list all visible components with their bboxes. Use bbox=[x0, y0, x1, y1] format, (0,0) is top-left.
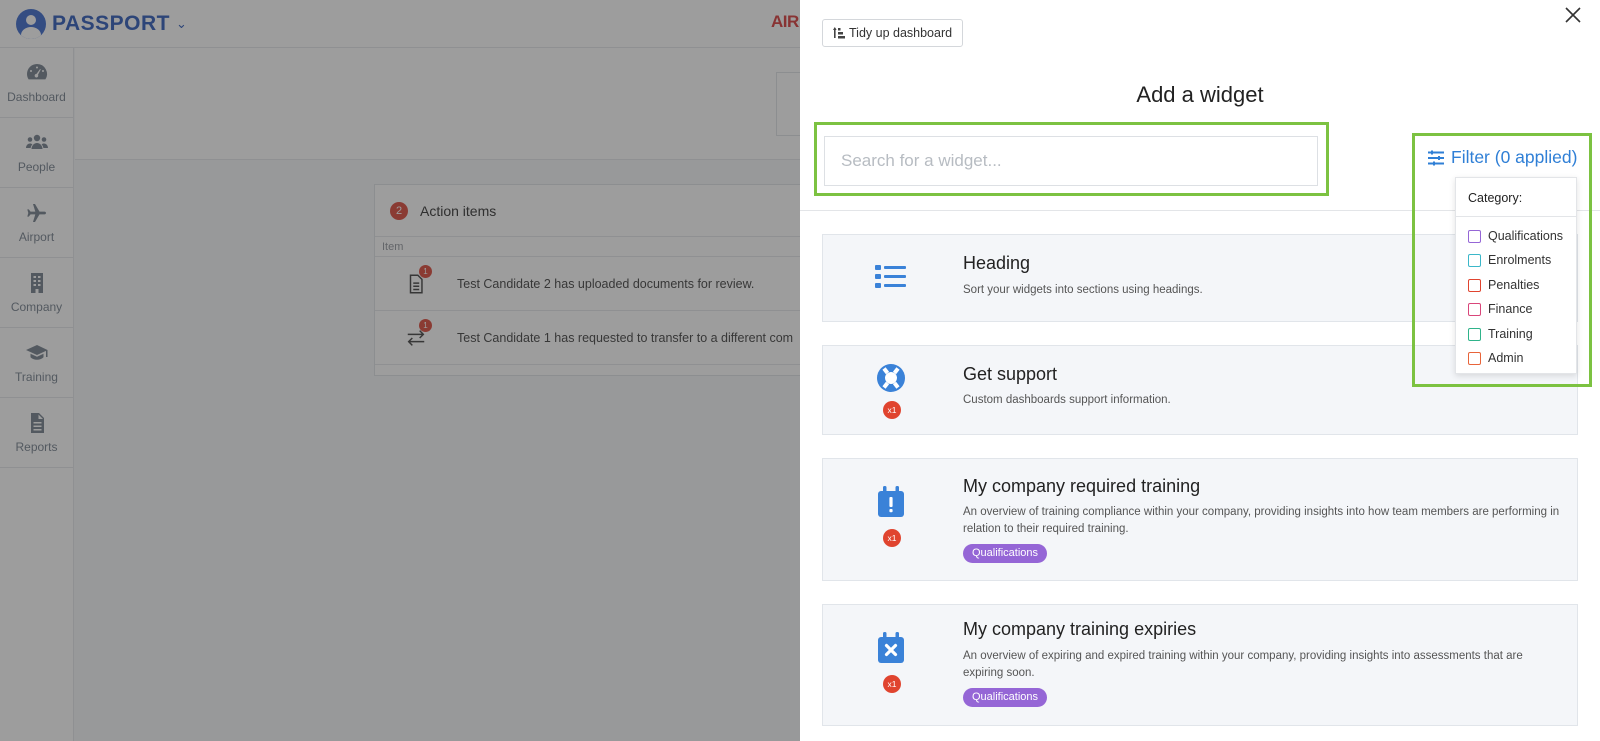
filter-option-admin[interactable]: Admin bbox=[1468, 351, 1523, 365]
modal-backdrop[interactable] bbox=[0, 0, 800, 741]
widget-search-input[interactable] bbox=[824, 136, 1318, 186]
usage-count-badge: x1 bbox=[883, 529, 901, 547]
calendar-exclamation-icon bbox=[878, 486, 904, 517]
widget-title: Heading bbox=[963, 253, 1031, 273]
filter-highlight: Filter (0 applied) Category: Qualificati… bbox=[1412, 133, 1592, 387]
menu-divider bbox=[1456, 216, 1576, 217]
usage-count-badge: x1 bbox=[883, 675, 901, 693]
calendar-x-icon bbox=[878, 632, 904, 663]
lifebuoy-icon bbox=[877, 364, 905, 392]
checkbox[interactable] bbox=[1468, 253, 1481, 267]
filter-option-enrolments[interactable]: Enrolments bbox=[1468, 253, 1551, 267]
widget-icon-wrap bbox=[871, 484, 911, 524]
widget-title: My company required training bbox=[963, 476, 1201, 496]
checkbox[interactable] bbox=[1468, 302, 1481, 316]
widget-icon-wrap bbox=[871, 360, 911, 400]
filter-option-qualifications[interactable]: Qualifications bbox=[1468, 229, 1563, 243]
widget-title: My company training expiries bbox=[963, 619, 1197, 639]
list-icon bbox=[875, 265, 906, 288]
widget-card-my-company-required-training[interactable]: x1 My company required training An overv… bbox=[822, 458, 1578, 581]
checkbox[interactable] bbox=[1468, 229, 1481, 243]
widget-title: Get support bbox=[963, 364, 1058, 384]
search-highlight bbox=[814, 122, 1329, 196]
checkbox[interactable] bbox=[1468, 327, 1481, 341]
panel-title: Add a widget bbox=[1136, 82, 1264, 107]
filter-dropdown: Category: Qualifications Enrolments Pena… bbox=[1455, 177, 1577, 374]
widget-description: An overview of expiring and expired trai… bbox=[963, 650, 1523, 679]
sliders-icon bbox=[1428, 150, 1444, 165]
category-label: Category: bbox=[1468, 191, 1523, 205]
tidy-up-label: Tidy up dashboard bbox=[849, 26, 953, 40]
category-tag: Qualifications bbox=[963, 544, 1048, 563]
close-icon bbox=[1565, 7, 1581, 23]
filter-label: Filter (0 applied) bbox=[1451, 147, 1578, 167]
add-widget-panel: Tidy up dashboard Add a widget Heading S… bbox=[800, 0, 1600, 741]
sort-icon bbox=[833, 27, 845, 39]
widget-icon-wrap bbox=[871, 630, 911, 670]
widget-icon-wrap bbox=[871, 261, 911, 301]
widget-card-my-company-training-expiries[interactable]: x1 My company training expiries An overv… bbox=[822, 604, 1578, 726]
filter-option-finance[interactable]: Finance bbox=[1468, 302, 1532, 316]
filter-option-training[interactable]: Training bbox=[1468, 327, 1533, 341]
checkbox[interactable] bbox=[1468, 351, 1481, 365]
usage-count-badge: x1 bbox=[883, 401, 901, 419]
widget-description: Custom dashboards support information. bbox=[963, 394, 1171, 406]
widget-description: An overview of training compliance withi… bbox=[963, 506, 1560, 535]
checkbox[interactable] bbox=[1468, 278, 1481, 292]
category-tag: Qualifications bbox=[963, 688, 1048, 707]
filter-option-penalties[interactable]: Penalties bbox=[1468, 278, 1539, 292]
filter-button[interactable]: Filter (0 applied) bbox=[1427, 147, 1577, 168]
tidy-up-dashboard-button[interactable]: Tidy up dashboard bbox=[822, 19, 964, 47]
close-panel-button[interactable] bbox=[1562, 4, 1584, 26]
